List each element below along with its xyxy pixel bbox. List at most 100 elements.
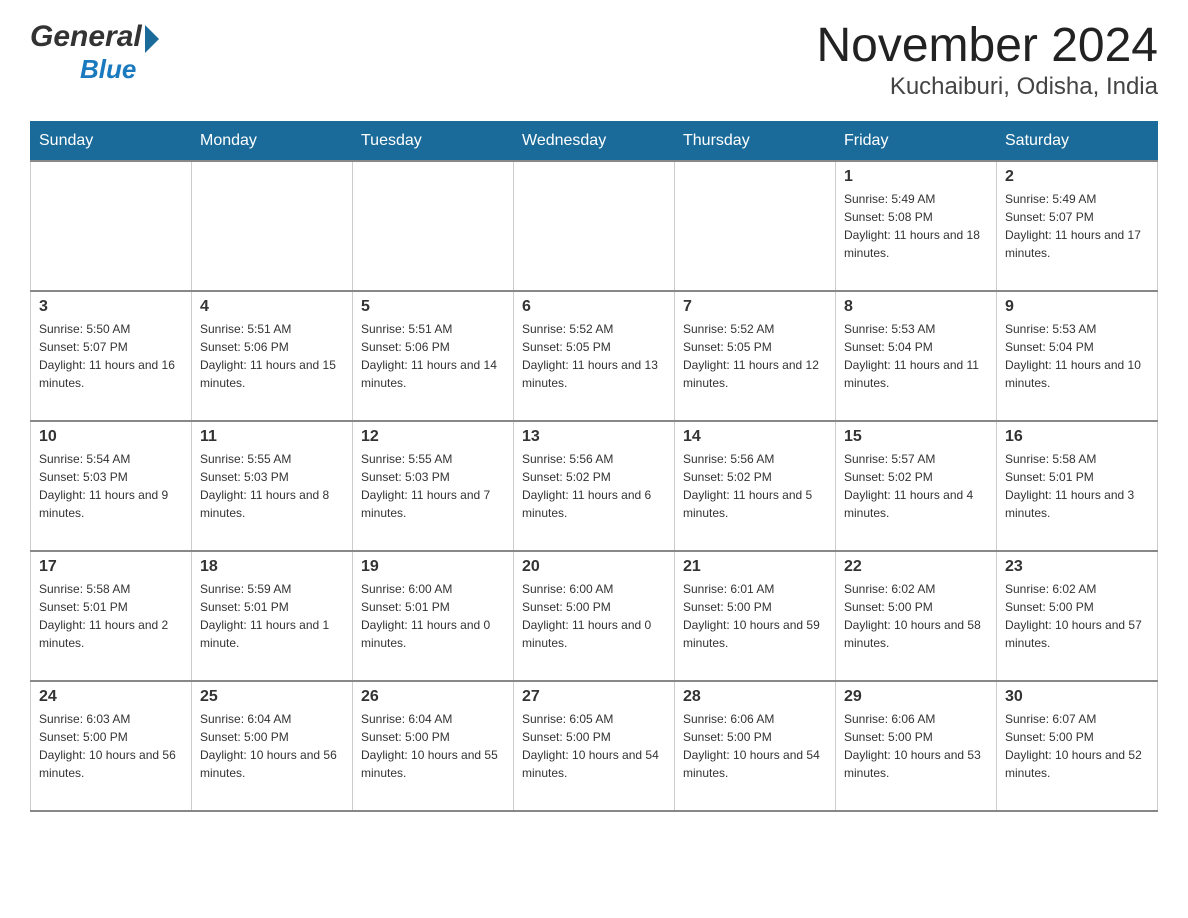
day-number: 8 (844, 298, 988, 316)
col-tuesday: Tuesday (353, 121, 514, 161)
day-info: Sunrise: 5:55 AM Sunset: 5:03 PM Dayligh… (361, 450, 505, 522)
day-info: Sunrise: 6:05 AM Sunset: 5:00 PM Dayligh… (522, 710, 666, 782)
table-row (675, 161, 836, 291)
day-info: Sunrise: 6:01 AM Sunset: 5:00 PM Dayligh… (683, 580, 827, 652)
day-number: 27 (522, 688, 666, 706)
day-number: 19 (361, 558, 505, 576)
table-row: 26 Sunrise: 6:04 AM Sunset: 5:00 PM Dayli… (353, 681, 514, 811)
table-row: 17 Sunrise: 5:58 AM Sunset: 5:01 PM Dayli… (31, 551, 192, 681)
day-info: Sunrise: 5:50 AM Sunset: 5:07 PM Dayligh… (39, 320, 183, 392)
day-info: Sunrise: 5:53 AM Sunset: 5:04 PM Dayligh… (844, 320, 988, 392)
table-row: 10 Sunrise: 5:54 AM Sunset: 5:03 PM Dayli… (31, 421, 192, 551)
day-info: Sunrise: 6:07 AM Sunset: 5:00 PM Dayligh… (1005, 710, 1149, 782)
table-row: 28 Sunrise: 6:06 AM Sunset: 5:00 PM Dayli… (675, 681, 836, 811)
table-row: 19 Sunrise: 6:00 AM Sunset: 5:01 PM Dayli… (353, 551, 514, 681)
day-info: Sunrise: 5:51 AM Sunset: 5:06 PM Dayligh… (200, 320, 344, 392)
logo: General Blue (30, 20, 159, 85)
day-info: Sunrise: 5:52 AM Sunset: 5:05 PM Dayligh… (683, 320, 827, 392)
table-row: 7Sunrise: 5:52 AM Sunset: 5:05 PM Daylig… (675, 291, 836, 421)
day-number: 26 (361, 688, 505, 706)
logo-blue-text: Blue (80, 54, 136, 85)
day-number: 25 (200, 688, 344, 706)
day-info: Sunrise: 6:03 AM Sunset: 5:00 PM Dayligh… (39, 710, 183, 782)
day-number: 22 (844, 558, 988, 576)
table-row: 24 Sunrise: 6:03 AM Sunset: 5:00 PM Dayli… (31, 681, 192, 811)
day-info: Sunrise: 5:58 AM Sunset: 5:01 PM Dayligh… (1005, 450, 1149, 522)
table-row: 12 Sunrise: 5:55 AM Sunset: 5:03 PM Dayli… (353, 421, 514, 551)
table-row: 25 Sunrise: 6:04 AM Sunset: 5:00 PM Dayli… (192, 681, 353, 811)
day-number: 5 (361, 298, 505, 316)
day-info: Sunrise: 5:57 AM Sunset: 5:02 PM Dayligh… (844, 450, 988, 522)
table-row: 14 Sunrise: 5:56 AM Sunset: 5:02 PM Dayli… (675, 421, 836, 551)
table-row: 21 Sunrise: 6:01 AM Sunset: 5:00 PM Dayli… (675, 551, 836, 681)
day-number: 28 (683, 688, 827, 706)
title-block: November 2024 Kuchaiburi, Odisha, India (816, 20, 1158, 101)
page-header: General Blue November 2024 Kuchaiburi, O… (30, 20, 1158, 101)
day-info: Sunrise: 6:04 AM Sunset: 5:00 PM Dayligh… (361, 710, 505, 782)
table-row: 8 Sunrise: 5:53 AM Sunset: 5:04 PM Daylig… (836, 291, 997, 421)
table-row: 4Sunrise: 5:51 AM Sunset: 5:06 PM Daylig… (192, 291, 353, 421)
day-number: 9 (1005, 298, 1149, 316)
day-number: 20 (522, 558, 666, 576)
calendar-week-1: 1 Sunrise: 5:49 AM Sunset: 5:08 PM Daylig… (31, 161, 1158, 291)
table-row (192, 161, 353, 291)
col-friday: Friday (836, 121, 997, 161)
day-info: Sunrise: 5:49 AM Sunset: 5:07 PM Dayligh… (1005, 190, 1149, 262)
day-number: 1 (844, 168, 988, 186)
table-row: 16Sunrise: 5:58 AM Sunset: 5:01 PM Dayli… (997, 421, 1158, 551)
day-number: 11 (200, 428, 344, 446)
table-row: 20 Sunrise: 6:00 AM Sunset: 5:00 PM Dayli… (514, 551, 675, 681)
day-info: Sunrise: 5:49 AM Sunset: 5:08 PM Dayligh… (844, 190, 988, 262)
col-thursday: Thursday (675, 121, 836, 161)
day-number: 3 (39, 298, 183, 316)
table-row: 5 Sunrise: 5:51 AM Sunset: 5:06 PM Daylig… (353, 291, 514, 421)
day-number: 15 (844, 428, 988, 446)
day-info: Sunrise: 5:56 AM Sunset: 5:02 PM Dayligh… (522, 450, 666, 522)
calendar-week-5: 24 Sunrise: 6:03 AM Sunset: 5:00 PM Dayli… (31, 681, 1158, 811)
day-number: 14 (683, 428, 827, 446)
table-row: 13Sunrise: 5:56 AM Sunset: 5:02 PM Dayli… (514, 421, 675, 551)
table-row: 27 Sunrise: 6:05 AM Sunset: 5:00 PM Dayli… (514, 681, 675, 811)
table-row: 18Sunrise: 5:59 AM Sunset: 5:01 PM Dayli… (192, 551, 353, 681)
table-row (514, 161, 675, 291)
logo-triangle-icon (145, 25, 159, 53)
day-number: 6 (522, 298, 666, 316)
logo-general-text: General (30, 20, 142, 54)
calendar-week-2: 3 Sunrise: 5:50 AM Sunset: 5:07 PM Daylig… (31, 291, 1158, 421)
table-row: 2 Sunrise: 5:49 AM Sunset: 5:07 PM Daylig… (997, 161, 1158, 291)
day-info: Sunrise: 6:00 AM Sunset: 5:01 PM Dayligh… (361, 580, 505, 652)
page-subtitle: Kuchaiburi, Odisha, India (816, 73, 1158, 101)
day-number: 10 (39, 428, 183, 446)
day-info: Sunrise: 5:59 AM Sunset: 5:01 PM Dayligh… (200, 580, 344, 652)
day-info: Sunrise: 6:02 AM Sunset: 5:00 PM Dayligh… (844, 580, 988, 652)
table-row (31, 161, 192, 291)
day-info: Sunrise: 5:56 AM Sunset: 5:02 PM Dayligh… (683, 450, 827, 522)
table-row: 15 Sunrise: 5:57 AM Sunset: 5:02 PM Dayli… (836, 421, 997, 551)
calendar-header-row: Sunday Monday Tuesday Wednesday Thursday… (31, 121, 1158, 161)
day-number: 24 (39, 688, 183, 706)
col-saturday: Saturday (997, 121, 1158, 161)
day-info: Sunrise: 6:06 AM Sunset: 5:00 PM Dayligh… (683, 710, 827, 782)
day-info: Sunrise: 5:55 AM Sunset: 5:03 PM Dayligh… (200, 450, 344, 522)
day-info: Sunrise: 6:04 AM Sunset: 5:00 PM Dayligh… (200, 710, 344, 782)
day-number: 30 (1005, 688, 1149, 706)
day-info: Sunrise: 5:54 AM Sunset: 5:03 PM Dayligh… (39, 450, 183, 522)
day-info: Sunrise: 6:06 AM Sunset: 5:00 PM Dayligh… (844, 710, 988, 782)
calendar-table: Sunday Monday Tuesday Wednesday Thursday… (30, 121, 1158, 812)
day-info: Sunrise: 5:58 AM Sunset: 5:01 PM Dayligh… (39, 580, 183, 652)
day-number: 23 (1005, 558, 1149, 576)
table-row: 11 Sunrise: 5:55 AM Sunset: 5:03 PM Dayli… (192, 421, 353, 551)
table-row: 6Sunrise: 5:52 AM Sunset: 5:05 PM Daylig… (514, 291, 675, 421)
day-info: Sunrise: 6:00 AM Sunset: 5:00 PM Dayligh… (522, 580, 666, 652)
day-number: 17 (39, 558, 183, 576)
day-number: 21 (683, 558, 827, 576)
day-number: 2 (1005, 168, 1149, 186)
table-row: 30 Sunrise: 6:07 AM Sunset: 5:00 PM Dayli… (997, 681, 1158, 811)
day-info: Sunrise: 5:51 AM Sunset: 5:06 PM Dayligh… (361, 320, 505, 392)
table-row: 3 Sunrise: 5:50 AM Sunset: 5:07 PM Daylig… (31, 291, 192, 421)
day-info: Sunrise: 6:02 AM Sunset: 5:00 PM Dayligh… (1005, 580, 1149, 652)
day-number: 12 (361, 428, 505, 446)
col-wednesday: Wednesday (514, 121, 675, 161)
col-monday: Monday (192, 121, 353, 161)
table-row: 1 Sunrise: 5:49 AM Sunset: 5:08 PM Daylig… (836, 161, 997, 291)
